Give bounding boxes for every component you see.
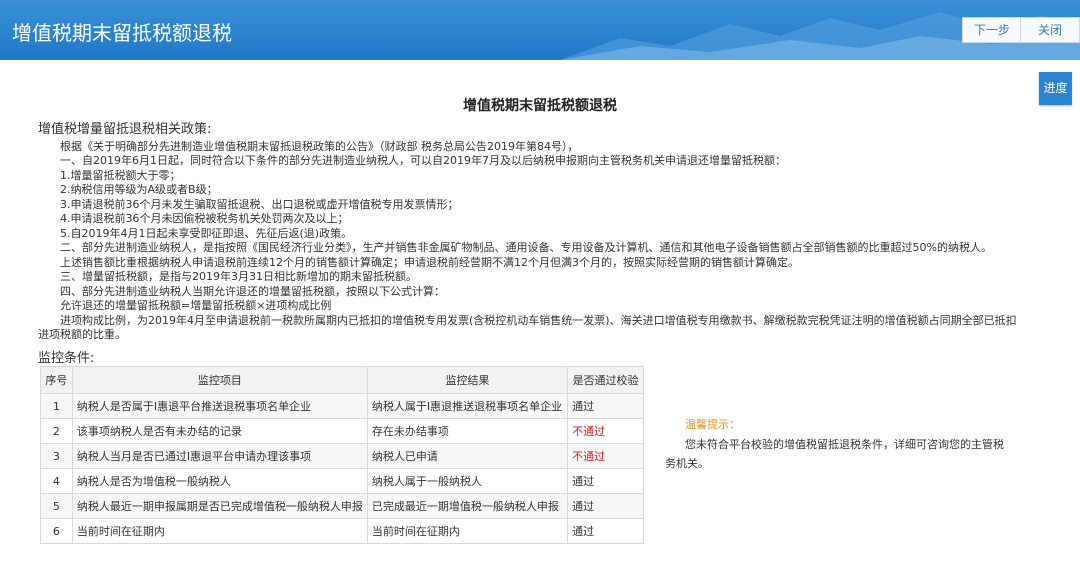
close-button[interactable]: 关闭 xyxy=(1020,17,1080,43)
pass-status: 通过 xyxy=(567,393,644,419)
column-header: 监控项目 xyxy=(71,366,368,394)
table-row: 2 该事项纳税人是否有未办结的记录 存在未办结事项 不通过 xyxy=(40,418,644,444)
policy-line: 3.申请退税前36个月未发生骗取留抵退税、出口退税或虚开增值税专用发票情形； xyxy=(60,197,459,211)
policy-line: 允许退还的增量留抵税额=增量留抵税额×进项构成比例 xyxy=(60,299,332,312)
page-title: 增值税期末留抵税额退税 xyxy=(463,98,617,114)
policy-line: 4.申请退税前36个月未因偷税被税务机关处罚两次及以上； xyxy=(60,212,349,225)
monitor-result: 纳税人已申请 xyxy=(366,443,569,469)
row-number: 5 xyxy=(40,493,73,519)
table-row: 4 纳税人是否为增值税一般纳税人 纳税人属于一般纳税人 通过 xyxy=(40,468,644,494)
policy-line: 根据《关于明确部分先进制造业增值税期末留抵退税政策的公告》（财政部 税务总局公告… xyxy=(60,139,579,153)
policy-line: 5.自2019年4月1日起未享受即征即退、先征后返(退)政策。 xyxy=(60,226,353,240)
table-row: 5 纳税人最近一期申报属期是否已完成增值税一般纳税人申报 已完成最近一期增值税一… xyxy=(40,493,644,519)
monitor-label: 监控条件: xyxy=(38,351,95,366)
column-header: 序号 xyxy=(40,366,73,394)
table-row: 1 纳税人是否属于I惠退平台推送退税事项名单企业 纳税人属于I惠退推送退税事项名… xyxy=(40,393,644,419)
policy-heading: 增值税增量留抵退税相关政策: xyxy=(38,122,212,137)
table-row: 6 当前时间在征期内 当前时间在征期内 通过 xyxy=(40,518,644,544)
column-header: 监控结果 xyxy=(366,366,569,394)
policy-line: 2.纳税信用等级为A级或者B级； xyxy=(60,183,218,196)
row-number: 6 xyxy=(40,518,73,544)
policy-line: 进项构成比例，为2019年4月至申请退税前一税款所属期内已抵扣的增值税专用发票(… xyxy=(60,313,1017,327)
policy-line: 三、增量留抵税额，是指与2019年3月31日相比新增加的期末留抵税额。 xyxy=(60,270,417,283)
policy-section: 增值税增量留抵退税相关政策: 根据《关于明确部分先进制造业增值税期末留抵退税政策… xyxy=(38,122,1017,343)
monitor-result: 纳税人属于I惠退推送退税事项名单企业 xyxy=(366,393,569,419)
table-row: 3 纳税人当月是否已通过I惠退平台申请办理该事项 纳税人已申请 不通过 xyxy=(40,443,644,469)
row-number: 2 xyxy=(40,418,73,444)
pass-status: 通过 xyxy=(567,468,644,494)
column-header: 是否通过校验 xyxy=(567,366,644,394)
tip-text: 您未符合平台校验的增值税留抵退税条件，详细可咨询您的主管税务机关。 xyxy=(665,438,1004,470)
row-number: 1 xyxy=(40,393,73,419)
pass-status: 不通过 xyxy=(567,443,644,469)
monitor-result: 已完成最近一期增值税一般纳税人申报 xyxy=(366,493,569,519)
monitor-table: 序号 监控项目 监控结果 是否通过校验 1 纳税人是否属于I惠退平台推送退税事项… xyxy=(40,366,644,544)
monitor-result: 存在未办结事项 xyxy=(366,418,569,444)
monitor-item: 该事项纳税人是否有未办结的记录 xyxy=(71,418,368,444)
monitor-result: 当前时间在征期内 xyxy=(366,518,569,544)
monitor-item: 纳税人是否属于I惠退平台推送退税事项名单企业 xyxy=(71,393,368,419)
pass-status: 通过 xyxy=(567,518,644,544)
row-number: 4 xyxy=(40,468,73,494)
header-bar: 增值税期末留抵税额退税 下一步 关闭 xyxy=(0,0,1080,60)
policy-line: 二、部分先进制造业纳税人，是指按照《国民经济行业分类》，生产并销售非金属矿物制品… xyxy=(60,241,992,254)
monitor-item: 当前时间在征期内 xyxy=(71,518,368,544)
policy-line: 1.增量留抵税额大于零； xyxy=(60,168,181,182)
pass-status: 不通过 xyxy=(567,418,644,444)
next-step-button[interactable]: 下一步 xyxy=(962,17,1022,43)
monitor-item: 纳税人当月是否已通过I惠退平台申请办理该事项 xyxy=(71,443,368,469)
table-header-row: 序号 监控项目 监控结果 是否通过校验 xyxy=(40,366,644,394)
policy-line: 上述销售额比重根据纳税人申请退税前连续12个月的销售额计算确定；申请退税前经营期… xyxy=(60,255,799,269)
policy-line: 一、自2019年6月1日起，同时符合以下条件的部分先进制造业纳税人，可以自201… xyxy=(60,154,786,167)
window-title: 增值税期末留抵税额退税 xyxy=(12,21,232,45)
tip-title: 温馨提示： xyxy=(685,418,740,431)
pass-status: 通过 xyxy=(567,493,644,519)
monitor-result: 纳税人属于一般纳税人 xyxy=(366,468,569,494)
policy-line: 四、部分先进制造业纳税人当期允许退还的增量留抵税额，按照以下公式计算： xyxy=(60,284,445,298)
monitor-item: 纳税人是否为增值税一般纳税人 xyxy=(71,468,368,494)
row-number: 3 xyxy=(40,443,73,469)
monitor-item: 纳税人最近一期申报属期是否已完成增值税一般纳税人申报 xyxy=(71,493,368,519)
policy-line: 进项税额的比重。 xyxy=(38,328,126,341)
